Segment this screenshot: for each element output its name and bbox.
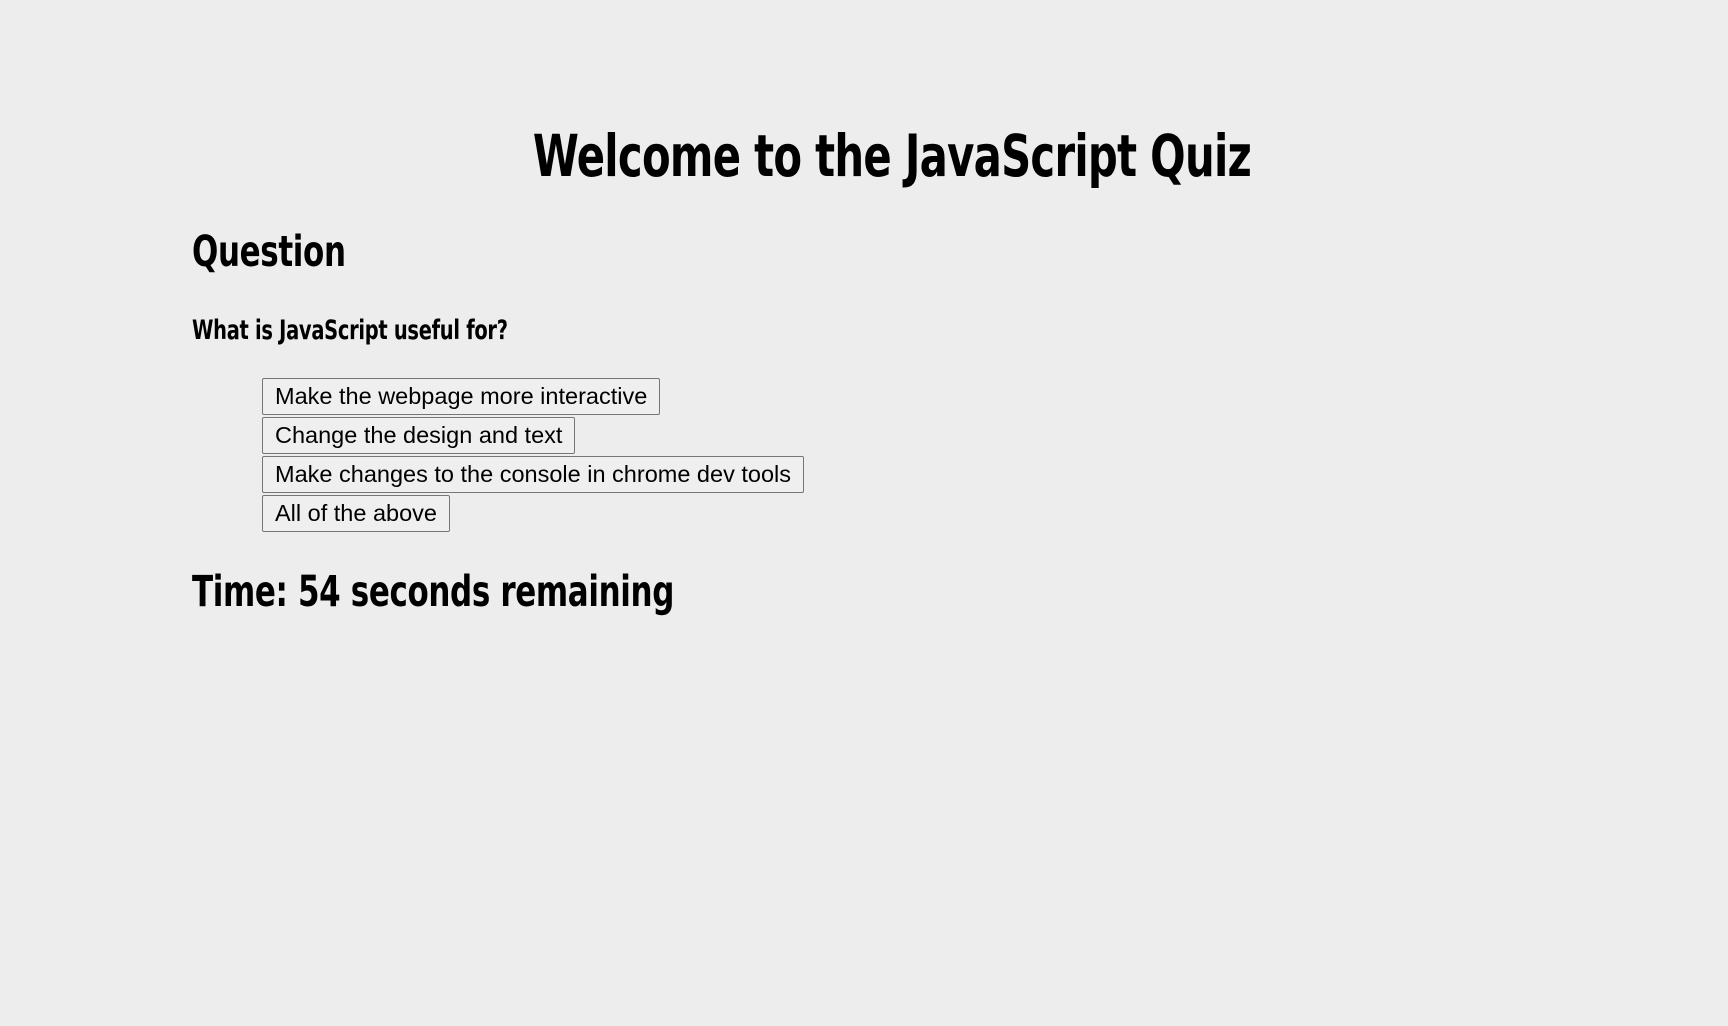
question-heading: Question — [192, 227, 346, 277]
answer-button-2[interactable]: Change the design and text — [262, 417, 576, 454]
answer-button-4[interactable]: All of the above — [262, 495, 450, 532]
quiz-page: Welcome to the JavaScript Quiz Question … — [0, 0, 1728, 1026]
time-remaining: Time: 54 seconds remaining — [192, 567, 674, 617]
page-title: Welcome to the JavaScript Quiz — [532, 122, 1252, 190]
answer-button-1[interactable]: Make the webpage more interactive — [262, 378, 661, 415]
answer-choices: Make the webpage more interactive Change… — [262, 378, 804, 532]
question-text: What is JavaScript useful for? — [192, 315, 508, 346]
answer-button-3[interactable]: Make changes to the console in chrome de… — [262, 456, 804, 493]
